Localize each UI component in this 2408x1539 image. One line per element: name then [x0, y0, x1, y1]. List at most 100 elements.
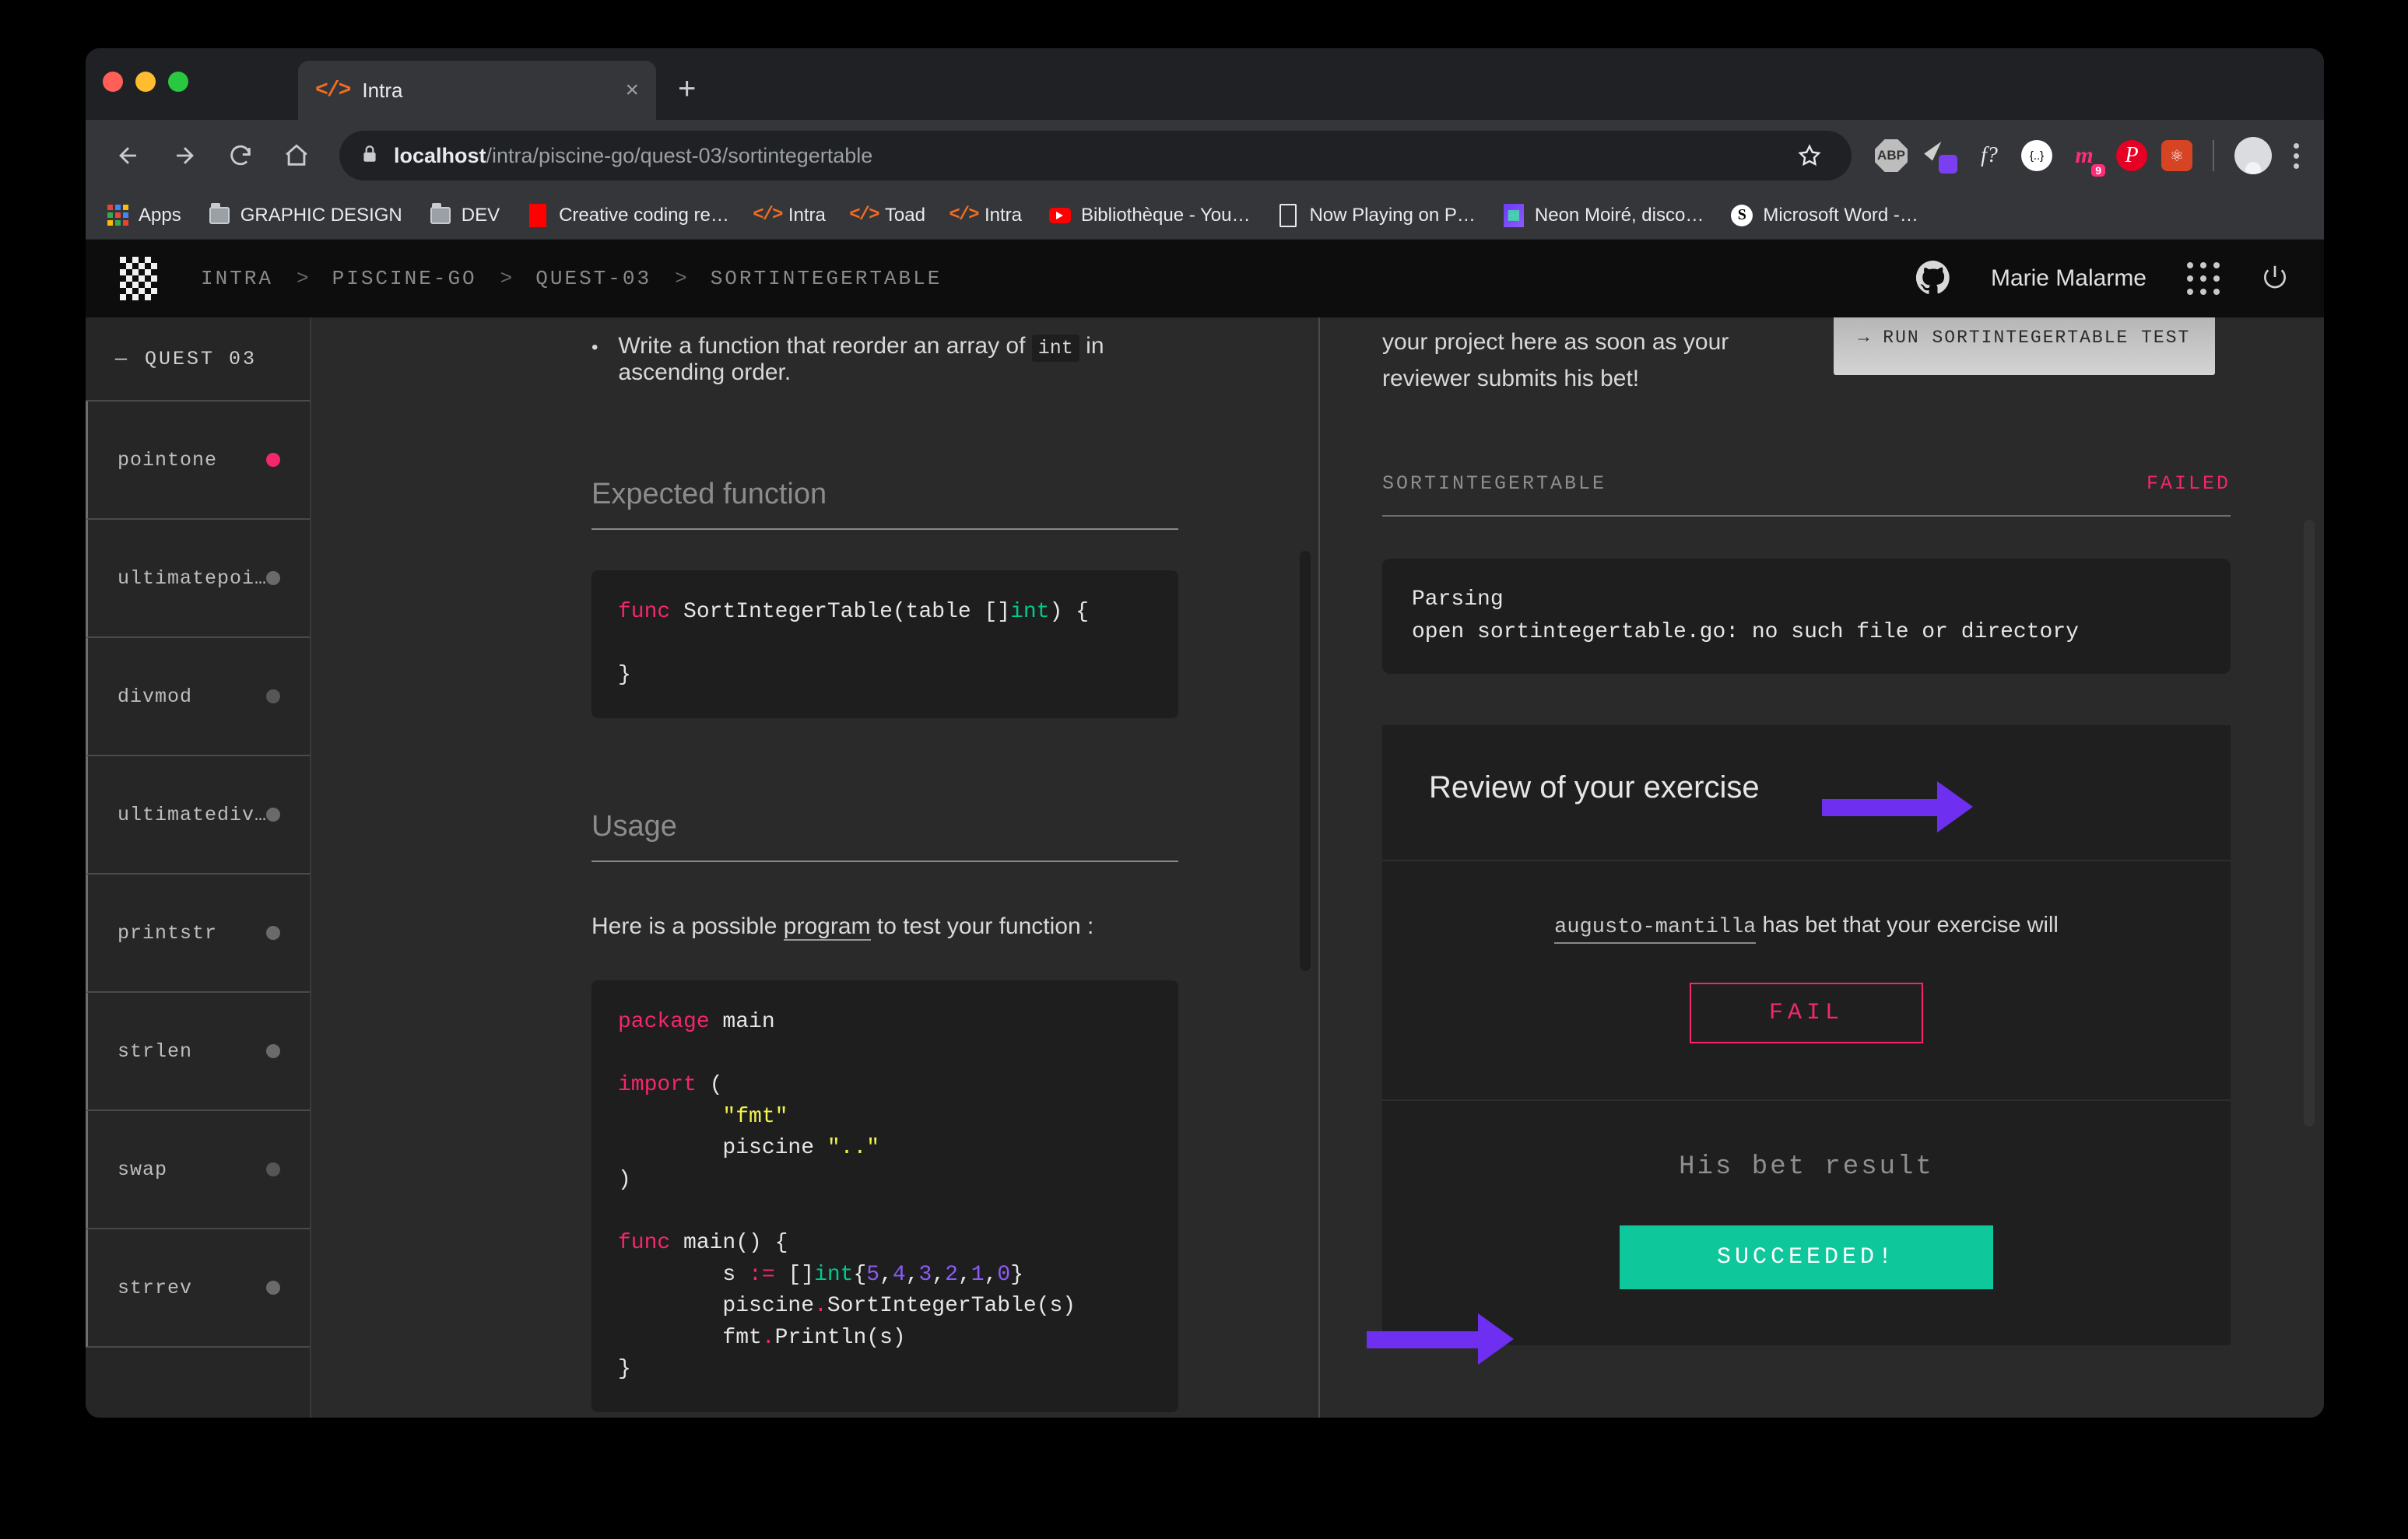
- sidebar-item-strlen[interactable]: strlen: [86, 993, 310, 1111]
- sidebar-item-label: swap: [118, 1158, 168, 1181]
- code-brackets-icon: </>: [315, 78, 351, 103]
- breadcrumb-item-piscine-go[interactable]: PISCINE-GO: [332, 267, 477, 290]
- bookmark-label: DEV: [461, 204, 500, 226]
- minimize-window-button[interactable]: [135, 72, 156, 92]
- word-icon: S: [1730, 204, 1753, 227]
- content-scrollbar[interactable]: [1300, 551, 1311, 971]
- bookmark-label: Toad: [884, 204, 925, 226]
- breadcrumb-separator: >: [675, 267, 687, 290]
- home-icon[interactable]: [271, 130, 322, 181]
- sidebar-item-ultimatepointone[interactable]: ultimatepoi…: [86, 520, 310, 638]
- sidebar-item-label: printstr: [118, 921, 218, 945]
- sidebar-item-printstr[interactable]: printstr: [86, 875, 310, 993]
- tab-title: Intra: [362, 78, 403, 102]
- pinterest-icon[interactable]: P: [2116, 140, 2147, 171]
- bookmark-apps[interactable]: Apps: [106, 204, 181, 227]
- usage-intro-after: to test your function :: [876, 913, 1094, 939]
- bookmark-dev[interactable]: DEV: [429, 202, 500, 227]
- bookmark-microsoft-word[interactable]: S Microsoft Word -…: [1730, 204, 1918, 227]
- forward-icon[interactable]: [159, 130, 210, 181]
- youtube-icon: [1048, 204, 1072, 227]
- review-title: Review of your exercise: [1429, 770, 1760, 805]
- bookmark-label: Neon Moiré, disco…: [1534, 204, 1704, 226]
- sidebar-item-pointone[interactable]: pointone: [86, 401, 310, 520]
- close-icon[interactable]: ×: [625, 79, 639, 102]
- status-badge: [266, 571, 280, 585]
- bookmark-toad[interactable]: </> Toad: [849, 204, 925, 227]
- breadcrumb-item-intra[interactable]: INTRA: [201, 267, 273, 290]
- code-brackets-icon: </>: [753, 205, 783, 226]
- bookmark-neon-moire[interactable]: ▓▓ Neon Moiré, disco…: [1502, 203, 1704, 227]
- momentum-icon[interactable]: m9: [2066, 138, 2105, 177]
- react-devtools-icon[interactable]: ⚛: [2161, 140, 2192, 171]
- bet-line: augusto-mantilla has bet that your exerc…: [1413, 913, 2199, 944]
- bookmark-now-playing[interactable]: Now Playing on P…: [1276, 203, 1476, 227]
- collapse-icon[interactable]: —: [115, 348, 129, 370]
- bet-result-badge: SUCCEEDED!: [1620, 1225, 1993, 1289]
- avatar[interactable]: [2234, 137, 2272, 174]
- breadcrumb-separator: >: [500, 267, 513, 290]
- back-icon[interactable]: [103, 130, 154, 181]
- usage-code: package main import ( "fmt" piscine ".."…: [591, 980, 1178, 1412]
- power-icon[interactable]: [2260, 262, 2290, 296]
- review-result-section: His bet result SUCCEEDED!: [1382, 1099, 2231, 1345]
- bookmark-graphic-design[interactable]: GRAPHIC DESIGN: [208, 202, 402, 227]
- bookmark-creative-coding[interactable]: Creative coding re…: [526, 203, 729, 227]
- status-badge: [266, 1044, 280, 1058]
- bookmark-label: Now Playing on P…: [1309, 204, 1476, 226]
- run-test-button[interactable]: → RUN SORTINTEGERTABLE TEST: [1834, 317, 2215, 375]
- code-brackets-icon: </>: [849, 205, 879, 226]
- apps-grid-icon[interactable]: [2187, 262, 2220, 295]
- status-badge: [266, 453, 280, 467]
- json-viewer-icon[interactable]: {..}: [2021, 140, 2052, 171]
- bet-fail-badge: FAIL: [1690, 982, 1923, 1043]
- maximize-window-button[interactable]: [168, 72, 188, 92]
- 01-pixel-logo[interactable]: [120, 257, 157, 300]
- breadcrumb-item-quest-03[interactable]: QUEST-03: [535, 267, 651, 290]
- status-badge: [266, 926, 280, 940]
- sidebar-quest-header[interactable]: — QUEST 03: [86, 317, 310, 401]
- panel-scrollbar[interactable]: [2304, 520, 2315, 1127]
- close-window-button[interactable]: [103, 72, 123, 92]
- breadcrumb-item-sortintegertable[interactable]: SORTINTEGERTABLE: [711, 267, 942, 290]
- sidebar-quest-label: QUEST 03: [145, 347, 258, 370]
- bet-user-link[interactable]: augusto-mantilla: [1554, 915, 1757, 944]
- bet-result-label: His bet result: [1679, 1152, 1934, 1182]
- sidebar-item-label: strlen: [118, 1039, 193, 1063]
- folder-icon: [429, 202, 452, 227]
- annotation-arrow-fail-badge: [1367, 1313, 1522, 1365]
- sidebar-item-ultimatedivmod[interactable]: ultimatediv…: [86, 756, 310, 875]
- extension-icons: ABP f? {..} m9 P ⚛: [1869, 137, 2307, 177]
- header-actions: Marie Malarme: [1915, 260, 2290, 298]
- url-text: localhost/intra/piscine-go/quest-03/sort…: [394, 144, 1774, 168]
- instruction-bullet: • Write a function that reorder an array…: [591, 317, 1178, 386]
- github-icon[interactable]: [1915, 260, 1950, 298]
- new-tab-button[interactable]: +: [678, 73, 696, 104]
- annotation-arrow-failed: [1822, 781, 1985, 833]
- browser-tab[interactable]: </> Intra ×: [298, 61, 656, 120]
- review-bet-section: augusto-mantilla has bet that your exerc…: [1382, 859, 2231, 1099]
- color-picker-icon[interactable]: [1922, 138, 1957, 174]
- user-name[interactable]: Marie Malarme: [1991, 265, 2146, 292]
- font-finder-icon[interactable]: f?: [1971, 138, 2007, 174]
- bookmark-bibliotheque[interactable]: Bibliothèque - You…: [1048, 204, 1251, 227]
- address-bar[interactable]: localhost/intra/piscine-go/quest-03/sort…: [339, 131, 1852, 181]
- sidebar-item-divmod[interactable]: divmod: [86, 638, 310, 756]
- expected-function-code: func SortIntegerTable(table []int) { }: [591, 570, 1178, 718]
- sidebar-item-strrev[interactable]: strrev: [86, 1229, 310, 1348]
- sidebar-item-swap[interactable]: swap: [86, 1111, 310, 1229]
- sidebar-item-label: strrev: [118, 1276, 193, 1299]
- bookmark-star-icon[interactable]: [1788, 134, 1831, 177]
- browser-menu-icon[interactable]: [2286, 142, 2307, 169]
- program-link[interactable]: program: [783, 913, 871, 941]
- neon-icon: ▓▓: [1502, 203, 1525, 227]
- app-body: — QUEST 03 pointone ultimatepoi… divmod …: [86, 317, 2324, 1418]
- bookmark-label: Intra: [984, 204, 1022, 226]
- reload-icon[interactable]: [215, 130, 266, 181]
- adblock-plus-icon[interactable]: ABP: [1875, 139, 1908, 172]
- bookmark-intra-2[interactable]: </> Intra: [949, 204, 1022, 227]
- bookmark-intra-1[interactable]: </> Intra: [753, 204, 826, 227]
- window-traffic-lights: [103, 72, 188, 92]
- test-name: SORTINTEGERTABLE: [1382, 472, 1607, 495]
- bookmark-label: Bibliothèque - You…: [1080, 204, 1251, 226]
